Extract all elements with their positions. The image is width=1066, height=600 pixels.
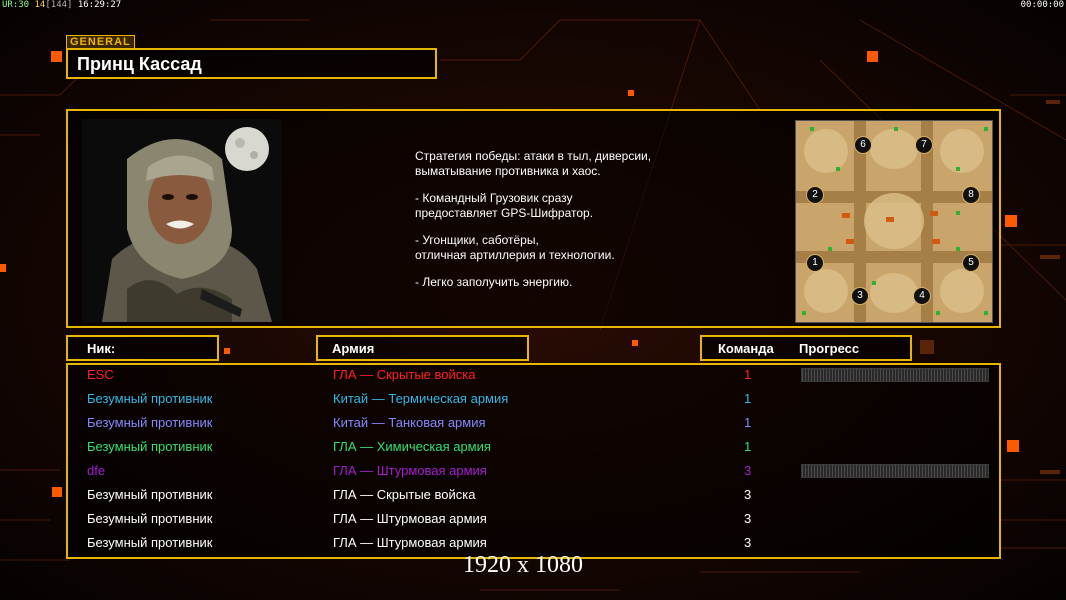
player-row: ESC ГЛА — Скрытые войска 1 bbox=[68, 365, 999, 389]
player-row: Безумный противник Китай — Термическая а… bbox=[68, 389, 999, 413]
map-slot-5: 5 bbox=[962, 254, 980, 272]
description-line: - Легко заполучить энергию. bbox=[415, 275, 573, 289]
player-row: Безумный противник ГЛА — Штурмовая армия… bbox=[68, 509, 999, 533]
map-slot-7: 7 bbox=[915, 136, 933, 154]
general-portrait bbox=[82, 119, 282, 322]
map-slot-8: 8 bbox=[962, 186, 980, 204]
general-info-panel: Стратегия победы: атаки в тыл, диверсии,… bbox=[66, 109, 1001, 328]
strategy-description: Стратегия победы: атаки в тыл, диверсии,… bbox=[415, 149, 715, 302]
player-row: Безумный противник Китай — Танковая арми… bbox=[68, 413, 999, 437]
description-line: - Командный Грузовик сразу предоставляет… bbox=[415, 191, 594, 220]
column-label-progress: Прогресс bbox=[799, 341, 860, 356]
player-team: 1 bbox=[744, 439, 752, 454]
player-army: ГЛА — Штурмовая армия bbox=[333, 511, 487, 526]
loading-progress-bar bbox=[801, 464, 989, 478]
player-row: Безумный противник ГЛА — Скрытые войска … bbox=[68, 485, 999, 509]
loading-progress-bar bbox=[801, 368, 989, 382]
hud-ur: UR:30 bbox=[2, 0, 30, 10]
description-line: - Угонщики, саботёры, отличная артиллери… bbox=[415, 233, 615, 262]
map-slot-1: 1 bbox=[806, 254, 824, 272]
hud-value: 14 bbox=[34, 0, 46, 10]
player-nick: Безумный противник bbox=[87, 487, 213, 502]
map-slot-2: 2 bbox=[806, 186, 824, 204]
resolution-label: 1920 x 1080 bbox=[463, 552, 583, 578]
player-nick: ESC bbox=[87, 367, 114, 382]
column-header-army: Армия bbox=[316, 335, 529, 361]
players-list: ESC ГЛА — Скрытые войска 1 Безумный прот… bbox=[66, 363, 1001, 559]
player-nick: Безумный противник bbox=[87, 535, 213, 550]
general-name: Принц Кассад bbox=[77, 54, 202, 74]
player-row: Безумный противник ГЛА — Химическая арми… bbox=[68, 437, 999, 461]
player-team: 3 bbox=[744, 535, 752, 550]
map-preview bbox=[795, 120, 993, 323]
column-label-team: Команда bbox=[718, 341, 774, 356]
player-army: Китай — Термическая армия bbox=[333, 391, 509, 406]
player-nick: Безумный противник bbox=[87, 511, 213, 526]
map-slot-3: 3 bbox=[851, 287, 869, 305]
column-label-nick: Ник: bbox=[87, 341, 116, 356]
player-nick: Безумный противник bbox=[87, 391, 213, 406]
player-army: ГЛА — Штурмовая армия bbox=[333, 463, 487, 478]
player-team: 1 bbox=[744, 415, 752, 430]
game-timer: 00:00:00 bbox=[1020, 0, 1064, 10]
player-army: ГЛА — Штурмовая армия bbox=[333, 535, 487, 550]
player-team: 3 bbox=[744, 487, 752, 502]
column-label-army: Армия bbox=[332, 341, 375, 356]
player-team: 1 bbox=[744, 391, 752, 406]
player-nick: Безумный противник bbox=[87, 439, 213, 454]
player-army: Китай — Танковая армия bbox=[333, 415, 486, 430]
player-team: 1 bbox=[744, 367, 752, 382]
player-nick: Безумный противник bbox=[87, 415, 213, 430]
map-slot-6: 6 bbox=[854, 136, 872, 154]
player-army: ГЛА — Химическая армия bbox=[333, 439, 491, 454]
player-army: ГЛА — Скрытые войска bbox=[333, 367, 476, 382]
column-header-nick: Ник: bbox=[66, 335, 219, 361]
column-header-team-progress: Команда Прогресс bbox=[700, 335, 912, 361]
player-team: 3 bbox=[744, 511, 752, 526]
description-line: Стратегия победы: атаки в тыл, диверсии,… bbox=[415, 149, 652, 178]
player-team: 3 bbox=[744, 463, 752, 478]
hud-bracket: [144] bbox=[45, 0, 73, 10]
map-slot-4: 4 bbox=[913, 287, 931, 305]
hud-clock: 16:29:27 bbox=[77, 0, 122, 10]
status-readout: UR:30 14[144] 16:29:27 bbox=[2, 0, 121, 10]
player-nick: dfe bbox=[87, 463, 106, 478]
player-army: ГЛА — Скрытые войска bbox=[333, 487, 476, 502]
player-row: dfe ГЛА — Штурмовая армия 3 bbox=[68, 461, 999, 485]
general-name-panel: Принц Кассад bbox=[66, 48, 437, 79]
